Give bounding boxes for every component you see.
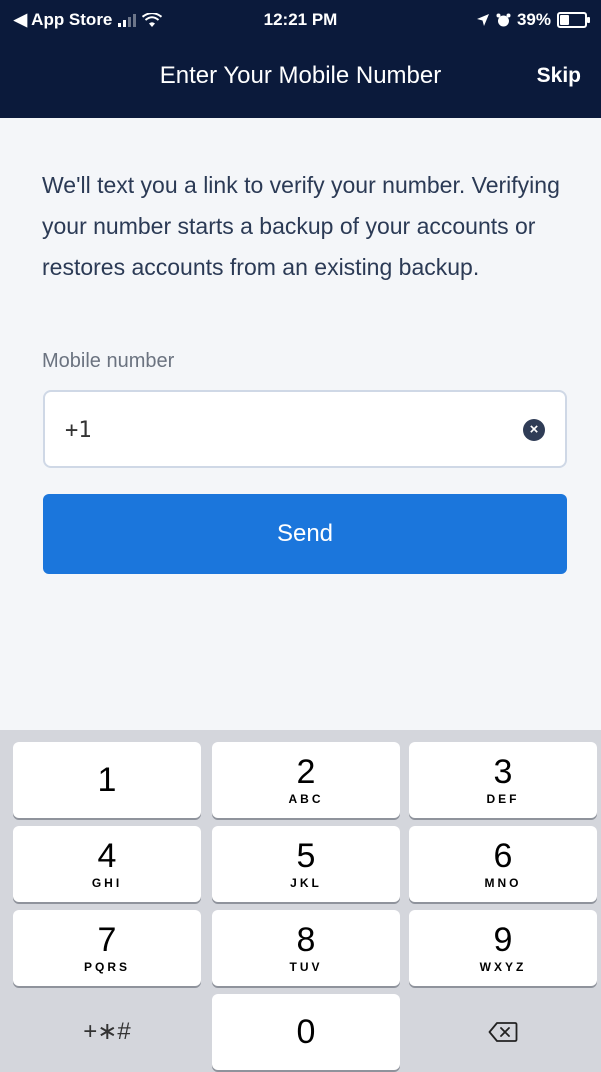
key-1[interactable]: 1 (13, 742, 201, 818)
key-digit: 1 (97, 761, 117, 799)
skip-button[interactable]: Skip (537, 64, 581, 88)
intro-text: We'll text you a link to verify your num… (42, 172, 560, 280)
key-digit: 7 (97, 921, 117, 959)
key-letters: MNO (484, 876, 522, 890)
key-letters: ABC (288, 792, 324, 806)
key-digit: 4 (97, 837, 117, 875)
clear-icon[interactable]: × (523, 419, 545, 441)
send-button[interactable]: Send (43, 494, 567, 574)
mobile-number-label: Mobile number (42, 350, 175, 372)
key-9[interactable]: 9 WXYZ (409, 910, 597, 986)
key-digit: 9 (493, 921, 513, 959)
key-3[interactable]: 3 DEF (409, 742, 597, 818)
mobile-number-field[interactable]: +1 × (43, 390, 567, 468)
battery-fill (560, 15, 569, 25)
key-letters: WXYZ (479, 960, 527, 974)
key-digit: 8 (296, 921, 316, 959)
key-letters: GHI (91, 876, 123, 890)
key-letters: TUV (289, 960, 323, 974)
key-letters: JKL (290, 876, 322, 890)
backspace-icon (488, 1022, 518, 1042)
delete-key[interactable] (409, 994, 597, 1070)
numeric-keypad: 1 2 ABC 3 DEF 4 GHI 5 JKL 6 MNO 7 PQRS 8… (0, 730, 601, 1072)
status-right: 39% (476, 10, 590, 30)
key-7[interactable]: 7 PQRS (13, 910, 201, 986)
key-digit: 6 (493, 837, 513, 875)
key-2[interactable]: 2 ABC (212, 742, 400, 818)
key-6[interactable]: 6 MNO (409, 826, 597, 902)
key-digit: 0 (296, 1013, 316, 1051)
mobile-number-value: +1 (65, 418, 92, 443)
location-icon (476, 14, 489, 26)
key-4[interactable]: 4 GHI (13, 826, 201, 902)
status-bar: ◀ App Store 12:21 PM 39% (0, 6, 601, 36)
nav-bar: Enter Your Mobile Number Skip (0, 56, 601, 96)
key-0[interactable]: 0 (212, 994, 400, 1070)
battery-percent: 39% (516, 10, 551, 29)
symbols-key[interactable]: +∗# (13, 994, 201, 1070)
key-digit: 5 (296, 837, 316, 875)
key-8[interactable]: 8 TUV (212, 910, 400, 986)
battery-icon (557, 12, 590, 28)
app-header: ◀ App Store 12:21 PM 39% Enter Your Mobi… (0, 0, 601, 118)
key-digit: 2 (296, 753, 316, 791)
key-letters: PQRS (83, 960, 130, 974)
key-letters: DEF (486, 792, 520, 806)
page-title: Enter Your Mobile Number (159, 62, 442, 89)
alarm-icon (496, 13, 511, 26)
key-5[interactable]: 5 JKL (212, 826, 400, 902)
key-digit: 3 (493, 753, 513, 791)
